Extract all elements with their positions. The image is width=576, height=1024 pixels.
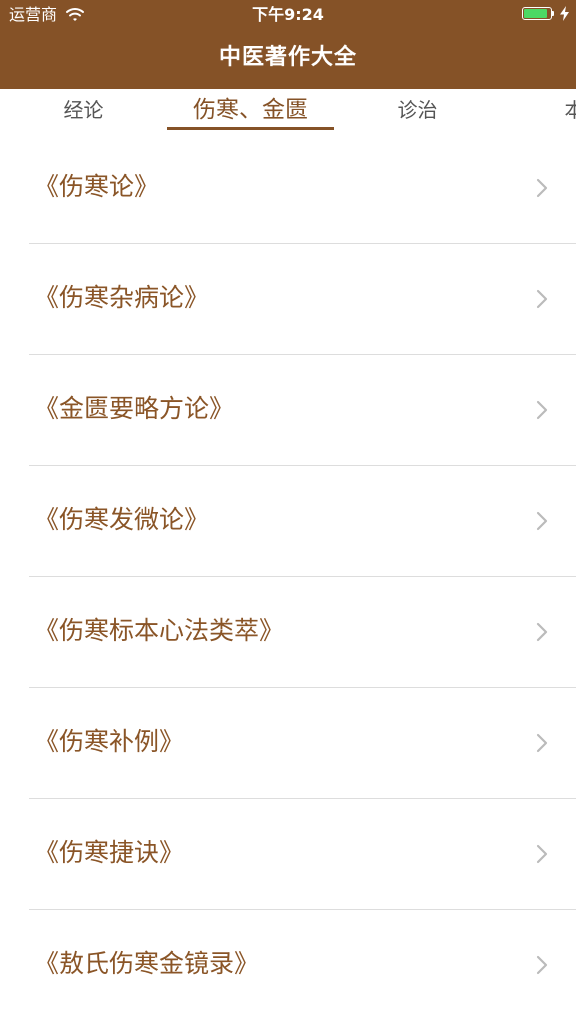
status-time: 下午9:24 — [252, 5, 324, 24]
list-item[interactable]: 《伤寒补例》 — [0, 688, 576, 799]
battery-icon — [522, 7, 556, 22]
chevron-right-icon — [536, 733, 548, 753]
book-list: 《伤寒论》 《伤寒杂病论》 《金匮要略方论》 《伤寒发微论》 《伤寒标本心法类萃… — [0, 133, 576, 1024]
chevron-right-icon — [536, 622, 548, 642]
list-item-title: 《伤寒论》 — [34, 172, 160, 201]
list-item-title: 《金匮要略方论》 — [34, 394, 235, 423]
list-item-title: 《伤寒杂病论》 — [34, 283, 210, 312]
app-screen: 运营商 下午9:24 中医著作大全 经论 伤寒、金匮 诊治 本 《伤寒论》 《伤… — [0, 0, 576, 1024]
tab-label: 伤寒、金匮 — [193, 97, 308, 123]
tab-label: 诊治 — [397, 98, 438, 122]
list-item-title: 《伤寒补例》 — [34, 727, 185, 756]
list-item[interactable]: 《敖氏伤寒金镜录》 — [0, 910, 576, 1021]
page-title: 中医著作大全 — [218, 45, 357, 70]
list-item[interactable]: 《伤寒捷诀》 — [0, 799, 576, 910]
header: 运营商 下午9:24 中医著作大全 — [0, 0, 576, 89]
list-item-title: 《伤寒捷诀》 — [34, 838, 185, 867]
list-item[interactable]: 《伤寒杂病论》 — [0, 244, 576, 355]
chevron-right-icon — [536, 511, 548, 531]
tab-label: 本草 — [564, 98, 576, 122]
list-item-title: 《敖氏伤寒金镜录》 — [34, 949, 260, 978]
list-item[interactable]: 《伤寒标本心法类萃》 — [0, 577, 576, 688]
chevron-right-icon — [536, 289, 548, 309]
chevron-right-icon — [536, 955, 548, 975]
tab-jinglun[interactable]: 经论 — [0, 89, 167, 133]
list-item[interactable]: 《金匮要略方论》 — [0, 355, 576, 466]
chevron-right-icon — [536, 400, 548, 420]
chevron-right-icon — [536, 844, 548, 864]
tab-label: 经论 — [63, 98, 104, 122]
status-bar: 运营商 下午9:24 — [0, 0, 576, 30]
tab-bencao[interactable]: 本草 — [501, 89, 576, 133]
chevron-right-icon — [536, 178, 548, 198]
list-item[interactable]: 《伤寒发微论》 — [0, 466, 576, 577]
list-item-title: 《伤寒标本心法类萃》 — [34, 616, 285, 645]
tab-zhenzhi[interactable]: 诊治 — [334, 89, 501, 133]
charging-bolt-icon — [560, 6, 569, 21]
active-tab-indicator — [167, 127, 334, 130]
list-item[interactable]: 《伤寒论》 — [0, 133, 576, 244]
list-item-title: 《伤寒发微论》 — [34, 505, 210, 534]
